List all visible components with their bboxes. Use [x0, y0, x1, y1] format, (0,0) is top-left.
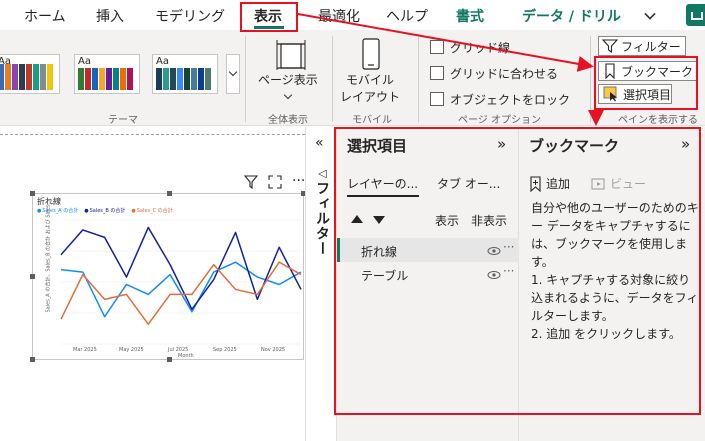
theme-card[interactable]: Aa	[152, 54, 218, 94]
resize-handle[interactable]	[30, 357, 35, 362]
ribbon-separator	[418, 36, 419, 122]
eye-icon[interactable]	[487, 268, 501, 282]
tab-view[interactable]: 表示	[254, 6, 282, 26]
filter-icon	[602, 39, 618, 53]
tab-data-drill[interactable]: データ / ドリル	[522, 6, 621, 26]
lock-objects-checkbox[interactable]: オブジェクトをロック	[430, 90, 570, 108]
bookmark-add-icon	[530, 175, 541, 192]
ribbon-tab-bar: ホーム 挿入 モデリング 表示 最適化 ヘルプ 書式 データ / ドリル	[0, 0, 705, 30]
theme-swatch	[156, 68, 211, 90]
selection-pane-title: 選択項目	[347, 137, 408, 155]
ribbon-separator	[590, 36, 591, 122]
filter-icon[interactable]	[244, 175, 258, 189]
more-options-icon[interactable]: ···	[292, 174, 305, 189]
group-label-show-panes: ペインを表示する	[618, 115, 698, 126]
ribbon-separator	[332, 36, 333, 122]
x-tick-label: May 2025	[119, 347, 144, 353]
theme-card[interactable]: Aa	[74, 54, 140, 94]
active-tab-indicator	[254, 26, 284, 29]
group-label-mobile: モバイル	[352, 115, 392, 126]
more-options-icon[interactable]: ···	[503, 264, 514, 278]
ribbon-separator	[245, 36, 246, 122]
selection-pane: 選択項目 » レイヤーの... タブ オー... 表示 非表示 折れ線 ··· …	[337, 127, 519, 441]
theme-gallery-expand-button[interactable]	[226, 54, 240, 94]
bookmarks-pane-button[interactable]: ブックマーク	[598, 61, 698, 81]
move-up-icon[interactable]	[351, 215, 363, 223]
theme-swatch	[78, 68, 133, 90]
tab-format[interactable]: 書式	[456, 6, 484, 26]
tab-tab-order[interactable]: タブ オー...	[437, 175, 500, 192]
x-tick-label: Mar 2025	[73, 347, 97, 353]
page-view-button[interactable]: ページ表示	[258, 72, 318, 89]
group-label-page-options: ページ オプション	[458, 115, 541, 126]
mobile-phone-icon	[362, 38, 380, 70]
active-subtab-indicator	[347, 195, 419, 197]
filter-icon: ▽	[315, 167, 330, 181]
layer-item[interactable]: 折れ線 ···	[337, 238, 519, 262]
layer-item[interactable]: テーブル ···	[337, 262, 519, 286]
checkbox[interactable]	[430, 66, 444, 80]
x-tick-label: Sep 2025	[213, 347, 237, 353]
filters-pane-button[interactable]: フィルター	[598, 36, 686, 56]
bookmark-icon	[605, 63, 615, 79]
expand-filters-icon[interactable]: «	[315, 135, 324, 151]
page-view-icon	[276, 40, 306, 70]
show-all-button[interactable]: 表示	[435, 212, 459, 229]
filters-pane-label: ▽フィルター	[314, 167, 330, 257]
move-down-icon[interactable]	[373, 216, 385, 224]
mobile-layout-button-line2[interactable]: レイアウト	[340, 89, 400, 106]
tab-insert[interactable]: 挿入	[96, 6, 124, 26]
ribbon: Aa Aa Aa テーマ ページ表示 全体表示 モバイル レイアウト モバイル	[0, 30, 705, 126]
focus-mode-icon[interactable]	[268, 175, 282, 189]
bookmark-help-text: 自分や他のユーザーのためのキー データをキャプチャするには、ブックマークを使用し…	[531, 201, 699, 341]
resize-handle[interactable]	[167, 357, 172, 362]
collapse-pane-icon[interactable]: »	[681, 135, 690, 153]
hide-all-button[interactable]: 非表示	[471, 212, 507, 229]
visual-header: ···	[244, 174, 305, 189]
view-bookmark-button[interactable]: ビュー	[591, 175, 646, 192]
selection-icon	[603, 86, 617, 102]
resize-handle[interactable]	[30, 191, 35, 196]
bookmark-pane: ブックマーク » 追加 ビュー 自分や他のユーザーのためのキー データをキャプチ…	[519, 127, 705, 441]
filters-pane-collapsed[interactable]: « ▽フィルター	[305, 127, 337, 441]
resize-handle[interactable]	[167, 191, 172, 196]
bookmark-pane-title: ブックマーク	[529, 137, 620, 155]
tab-optimize[interactable]: 最適化	[318, 6, 360, 26]
x-tick-label: Nov 2025	[261, 347, 286, 353]
more-options-icon[interactable]: ···	[503, 240, 514, 254]
group-label-theme: テーマ	[108, 115, 138, 126]
snap-to-grid-checkbox[interactable]: グリッドに合わせる	[430, 64, 558, 82]
canvas-guide-line	[0, 134, 305, 135]
chevron-down-icon[interactable]	[644, 8, 656, 20]
eye-icon[interactable]	[487, 244, 501, 258]
selection-pane-button[interactable]: 選択項目	[598, 84, 672, 104]
resize-handle[interactable]	[30, 274, 35, 279]
chevron-down-icon[interactable]	[283, 90, 293, 100]
tab-modeling[interactable]: モデリング	[155, 6, 225, 26]
line-chart-visual[interactable]: 折れ線 Sales_A の合計 Sales_B の合計 Sales_C の合計 …	[30, 191, 306, 362]
collapse-pane-icon[interactable]: »	[497, 135, 506, 153]
mobile-layout-button[interactable]: モバイル	[346, 72, 394, 89]
series-line	[60, 226, 302, 311]
gridlines-checkbox[interactable]: グリッド線	[430, 38, 510, 56]
tab-home[interactable]: ホーム	[24, 6, 66, 26]
checkbox[interactable]	[430, 40, 444, 54]
tab-help[interactable]: ヘルプ	[386, 6, 428, 26]
tab-layer-order[interactable]: レイヤーの...	[347, 175, 418, 192]
series-line	[60, 261, 302, 318]
share-icon[interactable]	[686, 4, 705, 26]
theme-card[interactable]: Aa	[0, 54, 60, 94]
selected-indicator	[337, 238, 340, 262]
chart-plot	[60, 219, 302, 345]
x-axis-label: Month	[178, 353, 194, 359]
slideshow-icon	[591, 177, 605, 190]
checkbox[interactable]	[430, 92, 444, 106]
theme-swatch	[0, 64, 53, 90]
add-bookmark-button[interactable]: 追加	[529, 175, 570, 192]
group-label-page-view: 全体表示	[268, 115, 308, 126]
